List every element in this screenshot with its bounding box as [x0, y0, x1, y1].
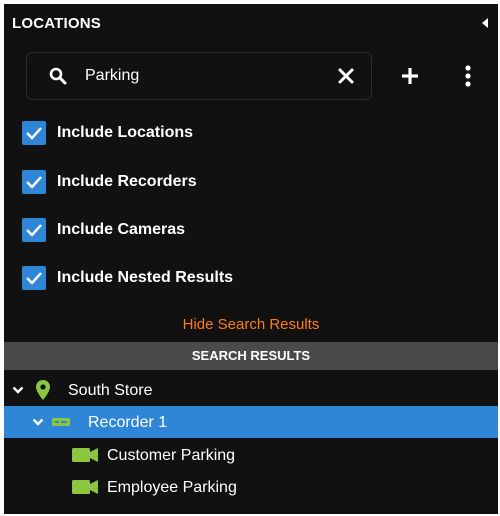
recorder-icon [52, 418, 70, 426]
map-pin-icon [36, 380, 50, 400]
tree-item-camera[interactable]: Employee Parking [4, 471, 498, 503]
tree-item-recorder[interactable]: Recorder 1 [4, 406, 498, 438]
search-icon [49, 67, 67, 85]
include-nested-results-checkbox[interactable] [22, 266, 46, 290]
checkmark-icon [26, 127, 42, 140]
panel-header: LOCATIONS [4, 4, 498, 44]
tree-item-label: Employee Parking [107, 479, 237, 496]
tree-item-location[interactable]: South Store [4, 374, 498, 406]
tree-item-label: Recorder 1 [88, 414, 168, 431]
include-recorders-checkbox[interactable] [22, 170, 46, 194]
include-locations-checkbox[interactable] [22, 121, 46, 145]
tree-item-camera[interactable]: Customer Parking [4, 439, 498, 471]
include-recorders-label: Include Recorders [57, 173, 197, 190]
hide-search-results-link[interactable]: Hide Search Results [4, 316, 498, 333]
collapse-panel-icon[interactable] [482, 18, 488, 28]
clear-search-icon[interactable] [337, 67, 355, 85]
search-results-header: SEARCH RESULTS [4, 342, 498, 370]
tree-item-label: South Store [68, 382, 153, 399]
include-cameras-label: Include Cameras [57, 221, 186, 238]
checkmark-icon [26, 272, 42, 285]
tree-item-label: Customer Parking [107, 447, 236, 464]
panel-title: LOCATIONS [12, 15, 102, 32]
camera-icon [72, 448, 98, 462]
include-cameras-checkbox[interactable] [22, 218, 46, 242]
checkmark-icon [26, 224, 42, 237]
more-options-icon[interactable] [464, 65, 472, 87]
locations-panel: LOCATIONS Include Locations [4, 4, 498, 514]
chevron-down-icon[interactable] [32, 418, 44, 426]
camera-icon [72, 480, 98, 494]
include-locations-label: Include Locations [57, 124, 194, 141]
include-nested-results-label: Include Nested Results [57, 269, 234, 286]
search-box [26, 52, 372, 100]
add-icon[interactable] [400, 66, 420, 86]
chevron-down-icon[interactable] [12, 386, 24, 394]
checkmark-icon [26, 176, 42, 189]
search-input[interactable] [85, 63, 325, 89]
